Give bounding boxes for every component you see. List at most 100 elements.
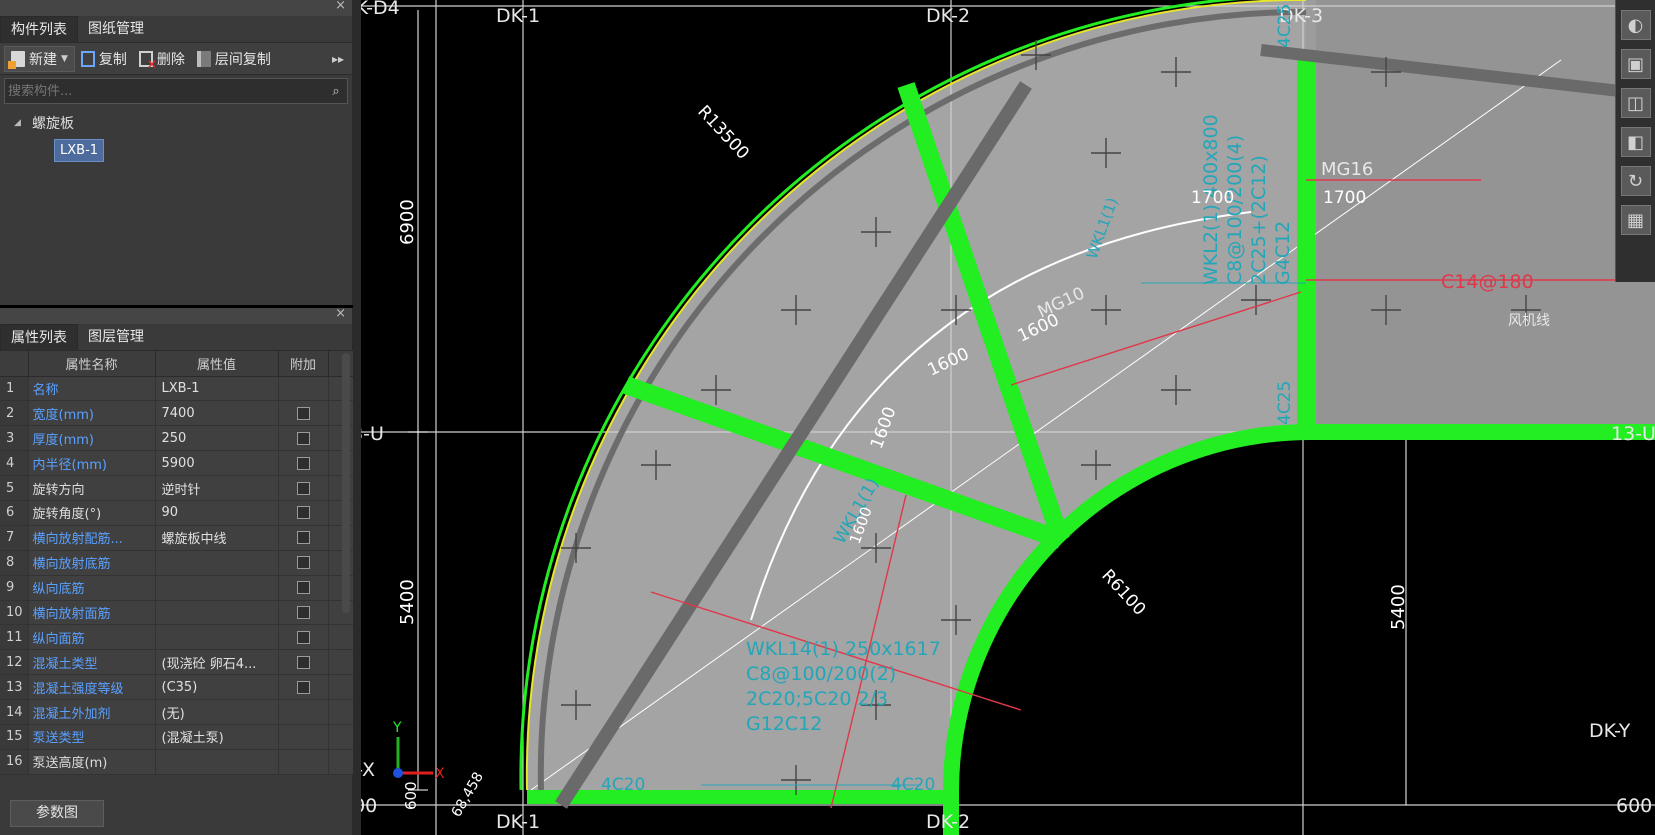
property-value[interactable]: 90 <box>155 500 279 526</box>
column-header-extra[interactable]: 附加 <box>278 351 329 377</box>
components-toolbar: 新建 ▼ 复制 删除 层间复制 ▸▸ <box>0 43 352 75</box>
extra-checkbox[interactable] <box>296 581 310 595</box>
extra-checkbox[interactable] <box>296 556 310 570</box>
label-right: 风机线 <box>1508 313 1550 329</box>
table-icon[interactable]: ▦ <box>1620 205 1651 235</box>
property-row[interactable]: 11 纵向面筋 <box>0 624 354 651</box>
property-value[interactable]: (现浇砼 卵石4... <box>155 649 279 676</box>
drawing-canvas[interactable]: DK-1 DK-2 DK-3 DK-1 DK-2 DK-D4 DK-X DK-Y… <box>361 0 1655 835</box>
extra-checkbox[interactable] <box>296 605 310 619</box>
property-value[interactable] <box>155 600 279 626</box>
property-row[interactable]: 3 厚度(mm) 250 <box>0 425 354 452</box>
property-spacer <box>328 674 354 701</box>
rebar-4c25-mid: 4C25 <box>1275 381 1295 425</box>
dim-5400-right: 5400 <box>1388 584 1409 630</box>
property-extra <box>278 674 329 701</box>
property-row[interactable]: 5 旋转方向 逆时针 <box>0 475 354 501</box>
property-value[interactable]: LXB-1 <box>155 376 279 402</box>
tree-item-lxb-1[interactable]: LXB-1 <box>54 139 105 162</box>
property-scrollbar[interactable] <box>342 353 350 613</box>
rebar-beam2-line2: C8@100/200(2) <box>746 663 896 685</box>
dim-1700-b: 1700 <box>1323 188 1366 208</box>
floor-copy-icon <box>196 50 211 67</box>
extra-checkbox[interactable] <box>296 431 310 445</box>
property-value[interactable] <box>155 550 279 576</box>
property-row[interactable]: 15 泵送类型 (混凝土泵) <box>0 724 354 750</box>
rebar-beam1-line2: C8@100/200(4) <box>1224 135 1246 285</box>
view-3d-icon[interactable]: ▣ <box>1620 49 1651 79</box>
property-row[interactable]: 13 混凝土强度等级 (C35) <box>0 674 354 701</box>
copy-button[interactable]: 复制 <box>75 46 133 72</box>
top-view-icon[interactable]: ◫ <box>1620 88 1651 118</box>
ucs-x-label: X <box>435 766 445 782</box>
property-row[interactable]: 14 混凝土外加剂 (无) <box>0 699 354 725</box>
column-header-name[interactable]: 属性名称 <box>28 351 156 377</box>
property-value[interactable]: (C35) <box>155 674 279 701</box>
orbit-icon[interactable]: ◐ <box>1620 10 1651 40</box>
property-row[interactable]: 8 横向放射底筋 <box>0 550 354 576</box>
property-row[interactable]: 16 泵送高度(m) <box>0 749 354 775</box>
property-value[interactable]: 7400 <box>155 400 279 427</box>
extra-checkbox[interactable] <box>296 406 310 420</box>
property-row[interactable]: 2 宽度(mm) 7400 <box>0 400 354 427</box>
extra-checkbox[interactable] <box>296 680 310 694</box>
property-index: 14 <box>0 699 29 725</box>
close-icon[interactable]: × <box>335 0 346 13</box>
collapse-icon[interactable]: ◢ <box>14 118 24 128</box>
property-value[interactable]: (混凝土泵) <box>155 724 279 750</box>
property-row[interactable]: 10 横向放射面筋 <box>0 600 354 626</box>
property-extra <box>278 475 329 501</box>
delete-icon <box>138 50 157 71</box>
chevron-down-icon[interactable]: ▼ <box>61 54 68 64</box>
extra-checkbox[interactable] <box>296 456 310 470</box>
delete-button[interactable]: 删除 <box>133 46 191 72</box>
rotate-icon[interactable]: ↻ <box>1620 166 1651 196</box>
tab-component-list[interactable]: 构件列表 <box>0 16 78 42</box>
tab-layer-management[interactable]: 图层管理 <box>78 324 154 350</box>
property-row[interactable]: 6 旋转角度(°) 90 <box>0 500 354 526</box>
cad-drawing: DK-1 DK-2 DK-3 DK-1 DK-2 DK-D4 DK-X DK-Y… <box>361 0 1655 835</box>
property-name: 内半径(mm) <box>28 450 156 477</box>
tab-property-list[interactable]: 属性列表 <box>0 324 78 350</box>
parameter-diagram-button[interactable]: 参数图 <box>10 800 104 827</box>
floor-copy-button[interactable]: 层间复制 <box>191 46 277 72</box>
property-row[interactable]: 4 内半径(mm) 5900 <box>0 450 354 477</box>
property-extra <box>278 749 329 775</box>
tab-drawing-management[interactable]: 图纸管理 <box>78 16 154 42</box>
property-name: 泵送类型 <box>28 724 156 750</box>
close-icon[interactable]: × <box>335 306 346 321</box>
search-icon[interactable]: ⌕ <box>325 84 347 99</box>
property-value[interactable] <box>155 575 279 601</box>
new-button[interactable]: 新建 ▼ <box>4 45 75 72</box>
property-value[interactable] <box>155 749 279 775</box>
property-value[interactable]: 5900 <box>155 450 279 477</box>
tree-node-spiral-slab[interactable]: ◢ 螺旋板 <box>14 111 352 135</box>
property-index: 4 <box>0 450 29 477</box>
component-search-input[interactable] <box>5 83 325 99</box>
property-row[interactable]: 12 混凝土类型 (现浇砼 卵石4... <box>0 649 354 676</box>
property-value[interactable]: 螺旋板中线 <box>155 525 279 551</box>
property-value[interactable]: 250 <box>155 425 279 452</box>
extra-checkbox[interactable] <box>296 655 310 669</box>
toolbar-overflow-icon[interactable]: ▸▸ <box>328 52 348 66</box>
components-tabs: 构件列表 图纸管理 <box>0 16 352 43</box>
radius-outer: R13500 <box>693 102 753 164</box>
column-header-value[interactable]: 属性值 <box>155 351 279 377</box>
box-view-icon[interactable]: ◧ <box>1620 127 1651 157</box>
property-value[interactable]: (无) <box>155 699 279 725</box>
property-row[interactable]: 7 横向放射配筋... 螺旋板中线 <box>0 525 354 551</box>
extra-checkbox[interactable] <box>296 531 310 545</box>
floor-copy-button-label: 层间复制 <box>214 51 271 68</box>
extra-checkbox[interactable] <box>296 630 310 644</box>
property-row[interactable]: 9 纵向底筋 <box>0 575 354 601</box>
property-extra <box>278 699 329 725</box>
extra-checkbox[interactable] <box>296 506 310 520</box>
axis-13u-left: 13-U <box>361 423 384 445</box>
extra-checkbox[interactable] <box>296 481 310 495</box>
property-value[interactable]: 逆时针 <box>155 475 279 501</box>
property-extra <box>278 724 329 750</box>
axis-600-right: 600 <box>1616 795 1652 817</box>
property-row[interactable]: 1 名称 LXB-1 <box>0 376 354 402</box>
panel-splitter[interactable] <box>353 0 361 835</box>
property-value[interactable] <box>155 624 279 651</box>
